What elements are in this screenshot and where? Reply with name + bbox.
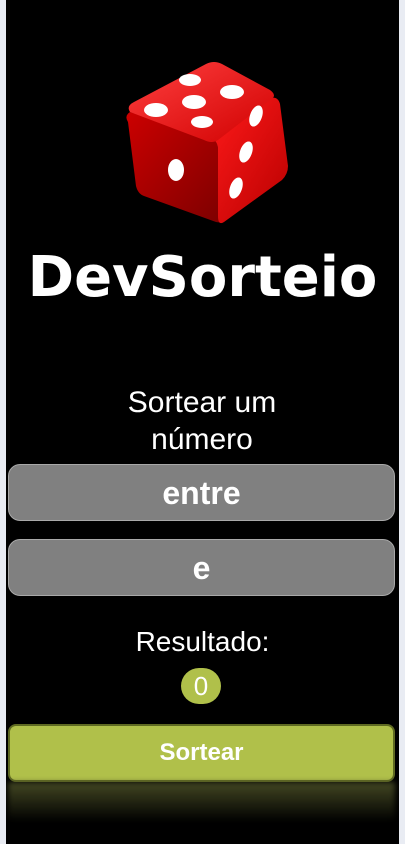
draw-button[interactable]: Sortear <box>8 724 395 782</box>
red-dice-icon <box>126 62 288 224</box>
app-title: DevSorteio <box>27 245 378 310</box>
result-label: Resultado: <box>135 626 270 657</box>
draw-instruction: Sortear um número <box>127 386 277 456</box>
page-frame: DevSorteio Sortear um número entre e Res… <box>0 0 405 844</box>
result-value-badge: 0 <box>181 668 221 704</box>
min-number-field[interactable]: entre <box>8 464 395 521</box>
max-number-field[interactable]: e <box>8 539 395 596</box>
button-shadow-glow <box>8 782 395 822</box>
dev-sorteio-app: DevSorteio Sortear um número entre e Res… <box>6 0 399 844</box>
